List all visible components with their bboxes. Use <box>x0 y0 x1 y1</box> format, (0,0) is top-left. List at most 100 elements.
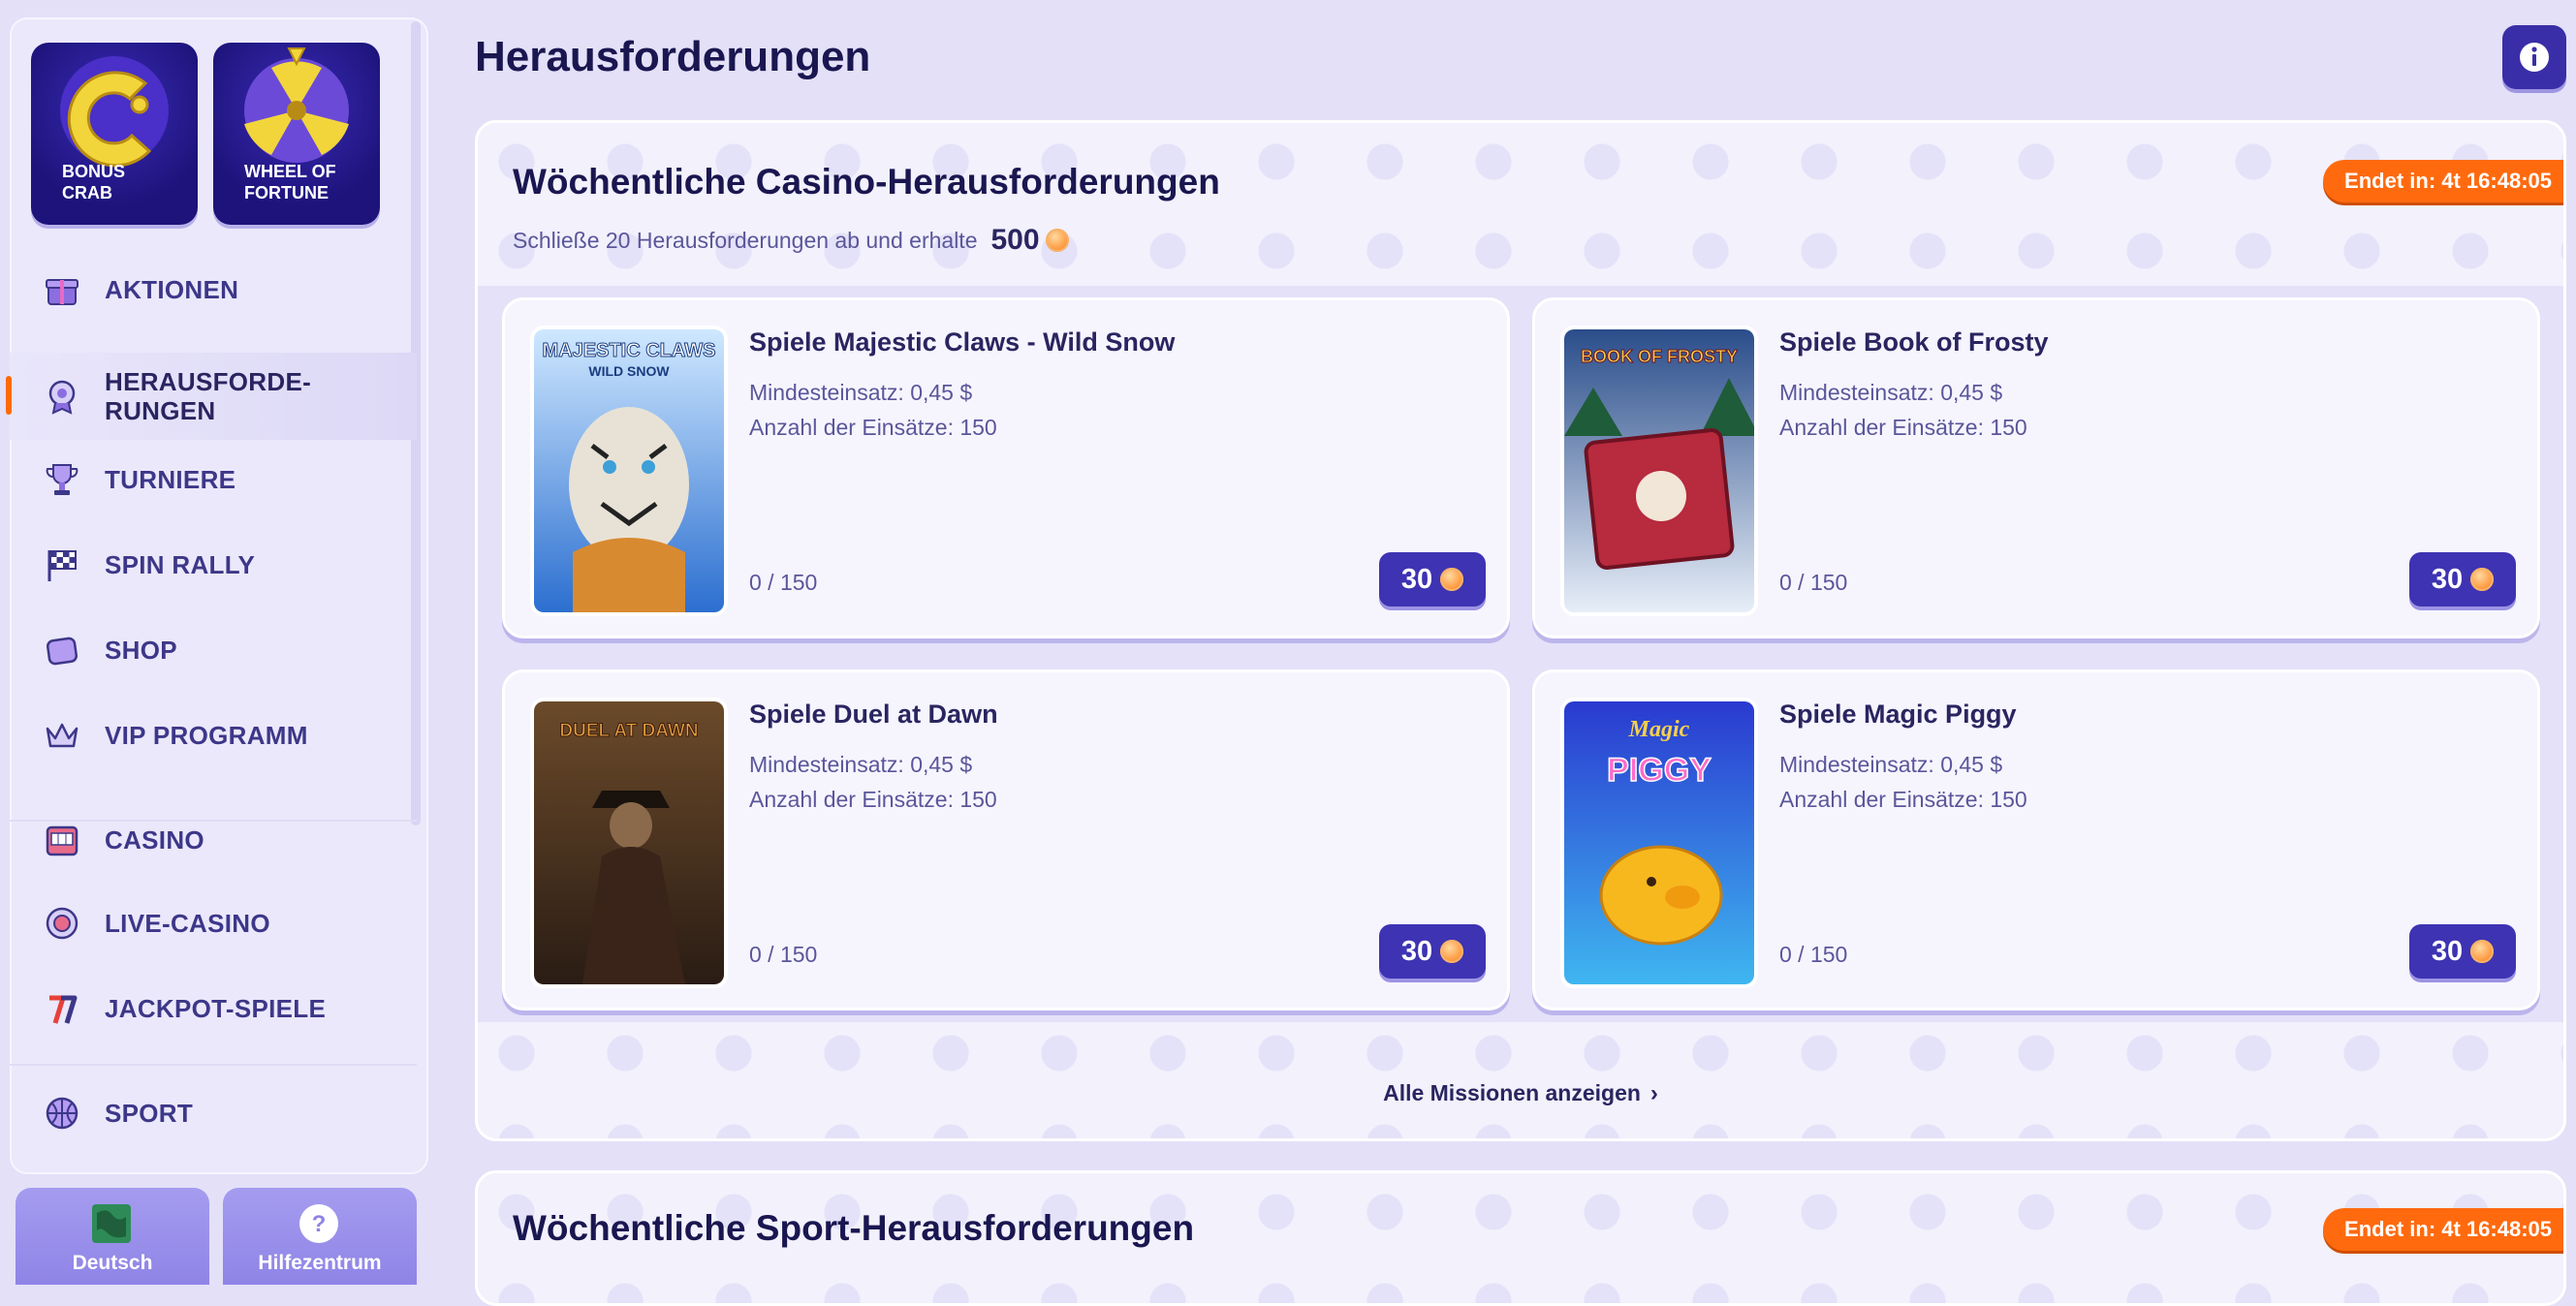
roulette-chip-icon <box>43 904 81 943</box>
thumb-title: DUEL AT DAWN <box>559 721 698 741</box>
active-indicator <box>6 376 12 415</box>
badge-icon <box>43 377 81 416</box>
subtitle-text: Schließe 20 Herausforderungen ab und erh… <box>513 227 978 253</box>
challenge-card[interactable]: DUEL AT DAWN Spiele Duel at Dawn Mindest… <box>502 669 1510 1011</box>
thumb-title: MAJESTIC CLAWS <box>543 340 716 361</box>
reward-value: 30 <box>1400 563 1433 595</box>
language-button[interactable]: Deutsch <box>16 1188 209 1285</box>
min-bet: Mindesteinsatz: 0,45 $ <box>1779 752 2003 777</box>
reward-value: 30 <box>2431 935 2464 967</box>
globe-icon <box>92 1204 131 1243</box>
checkered-flag-icon <box>43 545 81 584</box>
bonus-crab-label: BONUS CRAB <box>62 162 126 202</box>
svg-text:?: ? <box>312 1211 327 1237</box>
challenge-title: Spiele Duel at Dawn <box>749 700 998 729</box>
challenge-card[interactable]: MAJESTIC CLAWS WILD SNOW Spiele Majestic… <box>502 297 1510 638</box>
thumb-title: Magic <box>1628 717 1690 742</box>
sidebar: BONUS CRAB WHEEL OF FORTUNE AKTIONEN HER… <box>0 0 436 1285</box>
sidebar-item-sport[interactable]: SPORT <box>10 1083 417 1143</box>
gift-icon <box>43 270 81 309</box>
progress-text: 0 / 150 <box>1779 942 1848 967</box>
reward-badge: 30 <box>2409 924 2516 979</box>
game-thumbnail[interactable]: MAJESTIC CLAWS WILD SNOW <box>534 329 724 612</box>
slot-machine-icon <box>43 821 81 859</box>
book-of-frosty-thumbnail: BOOK OF FROSTY <box>1564 329 1754 612</box>
section-subtitle: Schließe 20 Herausforderungen ab und erh… <box>513 224 1069 257</box>
sidebar-item-jackpot[interactable]: JACKPOT-SPIELE <box>10 979 417 1039</box>
progress-text: 0 / 150 <box>749 570 818 595</box>
shop-icon <box>43 631 81 669</box>
coin-icon <box>1440 940 1464 963</box>
help-icon: ? <box>299 1204 338 1243</box>
info-button[interactable] <box>2502 25 2566 89</box>
seven-icon <box>43 989 81 1028</box>
sidebar-item-label: JACKPOT-SPIELE <box>105 994 327 1023</box>
sport-challenges-section: Wöchentliche Sport-Herausforderungen End… <box>475 1170 2566 1306</box>
game-thumbnail[interactable]: BOOK OF FROSTY <box>1564 329 1754 612</box>
all-missions-link[interactable]: Alle Missionen anzeigen › <box>478 1080 2563 1107</box>
challenge-card[interactable]: BOOK OF FROSTY Spiele Book of Frosty Min… <box>1532 297 2540 638</box>
sidebar-item-label: SHOP <box>105 636 177 665</box>
sidebar-item-label: CASINO <box>105 825 204 855</box>
sidebar-item-label: AKTIONEN <box>105 275 239 304</box>
sidebar-item-shop[interactable]: SHOP <box>10 620 417 680</box>
thumb-title: BOOK OF FROSTY <box>1581 347 1738 366</box>
bonus-crab-tile[interactable]: BONUS CRAB <box>31 43 198 225</box>
min-bet: Mindesteinsatz: 0,45 $ <box>749 380 973 405</box>
reward-value: 30 <box>2431 563 2464 595</box>
sidebar-item-spin-rally[interactable]: SPIN RALLY <box>10 535 417 595</box>
reward-badge: 30 <box>1379 924 1486 979</box>
language-label: Deutsch <box>72 1252 153 1274</box>
progress-text: 0 / 150 <box>749 942 818 967</box>
sidebar-item-label: LIVE-CASINO <box>105 909 270 938</box>
section-title: Wöchentliche Casino-Herausforderungen <box>513 162 1220 202</box>
sidebar-item-label: TURNIERE <box>105 465 236 494</box>
help-center-label: Hilfezentrum <box>258 1252 382 1274</box>
sidebar-item-herausforderungen[interactable]: HERAUSFORDE- RUNGEN <box>10 353 417 440</box>
coin-icon <box>1440 568 1464 591</box>
challenge-title: Spiele Book of Frosty <box>1779 327 2049 357</box>
sidebar-item-live-casino[interactable]: LIVE-CASINO <box>10 893 417 953</box>
thumb-subtitle: PIGGY <box>1607 752 1712 789</box>
casino-challenges-section: Wöchentliche Casino-Herausforderungen En… <box>475 120 2566 1141</box>
challenge-card[interactable]: Magic PIGGY Spiele Magic Piggy Mindestei… <box>1532 669 2540 1011</box>
bet-count: Anzahl der Einsätze: 150 <box>1779 415 2027 440</box>
basketball-icon <box>43 1094 81 1133</box>
coin-icon <box>2470 940 2495 963</box>
sidebar-item-label: HERAUSFORDE- RUNGEN <box>105 367 312 425</box>
sidebar-item-aktionen[interactable]: AKTIONEN <box>10 260 417 320</box>
progress-text: 0 / 150 <box>1779 570 1848 595</box>
challenge-title: Spiele Majestic Claws - Wild Snow <box>749 327 1176 357</box>
bet-count: Anzahl der Einsätze: 150 <box>749 787 997 812</box>
crown-icon <box>43 716 81 755</box>
ends-in-badge: Endet in: 4t 16:48:05 <box>2323 160 2563 202</box>
reward-total: 500 <box>990 224 1040 256</box>
game-thumbnail[interactable]: DUEL AT DAWN <box>534 701 724 984</box>
reward-value: 30 <box>1400 935 1433 967</box>
sidebar-item-vip[interactable]: VIP PROGRAMM <box>10 705 417 765</box>
sidebar-item-label: SPORT <box>105 1099 194 1128</box>
bet-count: Anzahl der Einsätze: 150 <box>1779 787 2027 812</box>
magic-piggy-thumbnail: Magic PIGGY <box>1564 701 1754 984</box>
chevron-right-icon: › <box>1649 1080 1658 1106</box>
wheel-of-fortune-tile[interactable]: WHEEL OF FORTUNE <box>213 43 380 225</box>
bet-count: Anzahl der Einsätze: 150 <box>749 415 997 440</box>
majestic-claws-thumbnail: MAJESTIC CLAWS WILD SNOW <box>534 329 724 612</box>
min-bet: Mindesteinsatz: 0,45 $ <box>749 752 973 777</box>
ends-in-badge: Endet in: 4t 16:48:05 <box>2323 1208 2563 1251</box>
game-thumbnail[interactable]: Magic PIGGY <box>1564 701 1754 984</box>
sidebar-item-label: SPIN RALLY <box>105 550 256 579</box>
all-missions-label: Alle Missionen anzeigen <box>1383 1080 1641 1105</box>
coin-icon <box>2470 568 2495 591</box>
trophy-icon <box>43 460 81 499</box>
sidebar-item-label: VIP PROGRAMM <box>105 721 308 750</box>
duel-at-dawn-thumbnail: DUEL AT DAWN <box>534 701 724 984</box>
page-title: Herausforderungen <box>475 33 871 80</box>
help-center-button[interactable]: ? Hilfezentrum <box>223 1188 417 1285</box>
sidebar-item-turniere[interactable]: TURNIERE <box>10 450 417 510</box>
coin-icon <box>1045 229 1069 252</box>
sidebar-item-casino[interactable]: CASINO <box>10 810 417 870</box>
min-bet: Mindesteinsatz: 0,45 $ <box>1779 380 2003 405</box>
challenge-title: Spiele Magic Piggy <box>1779 700 2017 729</box>
info-icon <box>2520 43 2549 72</box>
